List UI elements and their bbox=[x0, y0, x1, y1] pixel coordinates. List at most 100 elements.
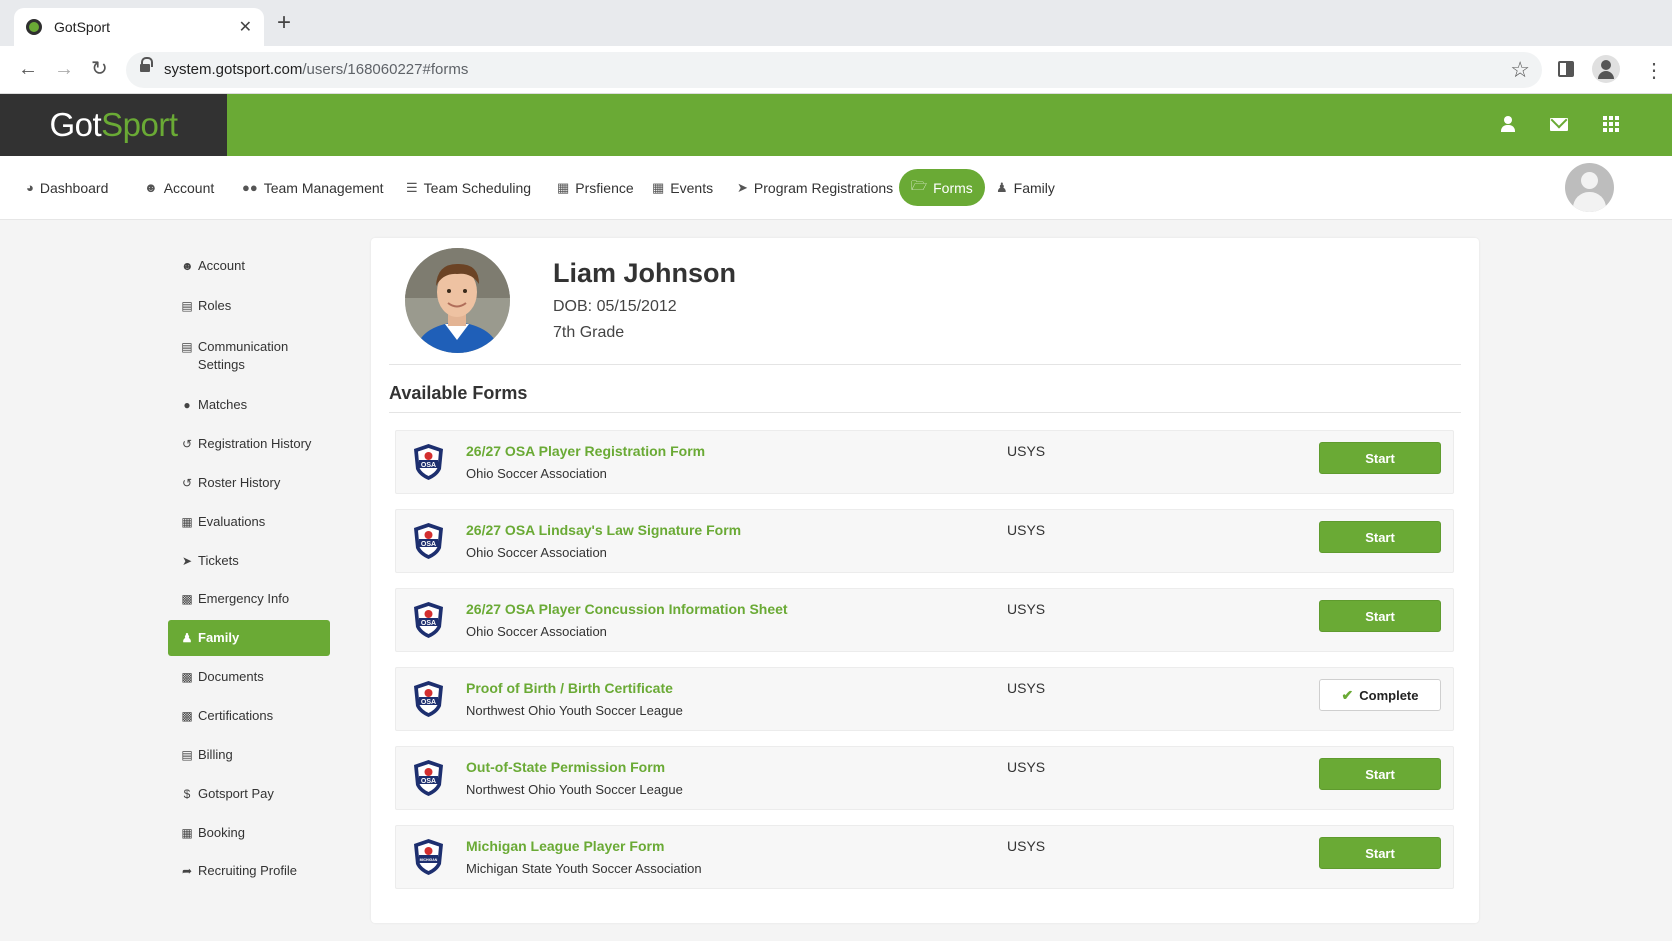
svg-text:OSA: OSA bbox=[421, 541, 436, 548]
ticket-icon: ➤ bbox=[181, 554, 193, 568]
nav-prsfience[interactable]: ▦ Prsfience bbox=[545, 169, 646, 206]
nav-events[interactable]: ▦ Events bbox=[640, 169, 725, 206]
back-arrow-icon[interactable]: ← bbox=[18, 58, 38, 80]
apps-grid-icon[interactable] bbox=[1603, 116, 1619, 132]
sidebar-item-evaluations[interactable]: ▦ Evaluations bbox=[168, 513, 330, 531]
form-type: USYS bbox=[1007, 759, 1046, 775]
lock-icon bbox=[140, 57, 153, 74]
team-icon: ● bbox=[183, 398, 191, 412]
close-tab-icon[interactable]: ✕ bbox=[239, 17, 252, 37]
sidebar-item-recruiting-profile[interactable]: ➦ Recruiting Profile bbox=[168, 862, 330, 880]
settings-icon: ▤ bbox=[181, 340, 193, 354]
share-icon: ➦ bbox=[181, 864, 193, 878]
start-button[interactable]: Start bbox=[1319, 600, 1441, 632]
gotsport-favicon-icon bbox=[26, 19, 42, 35]
sidebar-item-roles[interactable]: ▤ Roles bbox=[168, 297, 330, 315]
calendar-icon: ▦ bbox=[652, 179, 665, 195]
form-org: Northwest Ohio Youth Soccer League bbox=[466, 782, 683, 797]
history-icon: ↺ bbox=[181, 476, 193, 490]
complete-button[interactable]: ✔ Complete bbox=[1319, 679, 1441, 711]
svg-text:MICHIGAN: MICHIGAN bbox=[420, 858, 438, 862]
sidebar-item-communication-settings[interactable]: ▤ Communication Settings bbox=[168, 338, 330, 374]
osa-logo-icon: OSA bbox=[414, 760, 443, 796]
forward-arrow-icon[interactable]: → bbox=[54, 58, 74, 80]
form-row: OSA 26/27 OSA Lindsay's Law Signature Fo… bbox=[395, 509, 1454, 573]
side-panel-icon[interactable] bbox=[1558, 61, 1574, 77]
forms-card: Liam Johnson DOB: 05/15/2012 7th Grade A… bbox=[371, 238, 1479, 923]
nav-dashboard[interactable]: ◕ Dashboard bbox=[14, 169, 120, 206]
form-type: USYS bbox=[1007, 443, 1046, 459]
browser-toolbar: ← → ↻ system.gotsport.com/users/16806022… bbox=[0, 46, 1672, 94]
nav-forms[interactable]: 🗁 Forms bbox=[899, 169, 985, 206]
start-button[interactable]: Start bbox=[1319, 837, 1441, 869]
form-type: USYS bbox=[1007, 601, 1046, 617]
sidebar-item-emergency-info[interactable]: ▩ Emergency Info bbox=[168, 590, 330, 608]
dollar-icon: $ bbox=[183, 787, 191, 801]
form-type: USYS bbox=[1007, 522, 1046, 538]
sidebar-item-account[interactable]: ☻ Account bbox=[168, 257, 330, 275]
user-avatar[interactable] bbox=[1565, 163, 1614, 212]
nav-team-scheduling[interactable]: ☰ Team Scheduling bbox=[394, 169, 543, 206]
sidebar-item-certifications[interactable]: ▩ Certifications bbox=[168, 707, 330, 725]
calendar-icon: ▦ bbox=[557, 179, 570, 195]
sidebar-item-tickets[interactable]: ➤ Tickets bbox=[168, 552, 330, 570]
checkmark-icon: ✔ bbox=[1341, 686, 1354, 703]
svg-text:OSA: OSA bbox=[421, 462, 436, 469]
form-title-link[interactable]: 26/27 OSA Player Concussion Information … bbox=[466, 601, 788, 617]
profile-photo bbox=[405, 248, 510, 353]
address-bar[interactable]: system.gotsport.com/users/168060227#form… bbox=[126, 52, 1542, 88]
user-icon[interactable] bbox=[1501, 116, 1515, 132]
gotsport-logo[interactable]: GotSport bbox=[0, 94, 227, 156]
sidebar-item-billing[interactable]: ▤ Billing bbox=[168, 746, 330, 764]
browser-profile-icon[interactable] bbox=[1592, 55, 1620, 83]
sidebar-item-gotsport-pay[interactable]: $ Gotsport Pay bbox=[168, 785, 330, 803]
more-menu-icon[interactable]: ⋮ bbox=[1644, 58, 1664, 83]
nav-program-registrations[interactable]: ➤ Program Registrations bbox=[725, 169, 905, 206]
account-icon: ☻ bbox=[181, 259, 194, 273]
osa-logo-icon: OSA bbox=[414, 523, 443, 559]
form-title-link[interactable]: 26/27 OSA Player Registration Form bbox=[466, 443, 705, 459]
calendar-icon: ▦ bbox=[181, 515, 193, 529]
start-button[interactable]: Start bbox=[1319, 442, 1441, 474]
mail-icon[interactable] bbox=[1550, 118, 1568, 131]
profile-dob: DOB: 05/15/2012 bbox=[553, 298, 677, 315]
table-icon: ▤ bbox=[181, 299, 193, 313]
svg-text:OSA: OSA bbox=[421, 778, 436, 785]
dashboard-icon: ◕ bbox=[26, 180, 34, 195]
sidebar-item-family[interactable]: ♟ Family bbox=[168, 620, 330, 656]
url-text[interactable]: system.gotsport.com/users/168060227#form… bbox=[164, 61, 468, 78]
sidebar-item-roster-history[interactable]: ↺ Roster History bbox=[168, 474, 330, 492]
history-icon: ↺ bbox=[181, 437, 193, 451]
sidebar-item-documents[interactable]: ▩ Documents bbox=[168, 668, 330, 686]
browser-tab[interactable]: GotSport ✕ bbox=[14, 8, 264, 46]
form-title-link[interactable]: Proof of Birth / Birth Certificate bbox=[466, 680, 673, 696]
form-title-link[interactable]: Out-of-State Permission Form bbox=[466, 759, 665, 775]
start-button[interactable]: Start bbox=[1319, 758, 1441, 790]
app-header: GotSport bbox=[0, 94, 1672, 156]
start-button[interactable]: Start bbox=[1319, 521, 1441, 553]
nav-account[interactable]: ☻ Account bbox=[132, 169, 226, 206]
sidebar-item-booking[interactable]: ▦ Booking bbox=[168, 824, 330, 842]
new-tab-icon[interactable]: + bbox=[277, 11, 291, 35]
sidebar-item-matches[interactable]: ● Matches bbox=[168, 396, 330, 414]
rocket-icon: ➤ bbox=[737, 179, 748, 195]
form-org: Ohio Soccer Association bbox=[466, 466, 607, 481]
nav-family[interactable]: ♟ Family bbox=[984, 169, 1067, 206]
osa-logo-icon: OSA bbox=[414, 444, 443, 480]
building-icon: ▦ bbox=[181, 826, 193, 840]
form-org: Michigan State Youth Soccer Association bbox=[466, 861, 702, 876]
bookmark-star-icon[interactable]: ☆ bbox=[1510, 57, 1530, 83]
main-nav: ◕ Dashboard ☻ Account ●● Team Management ☰ T… bbox=[0, 156, 1672, 220]
form-title-link[interactable]: Michigan League Player Form bbox=[466, 838, 664, 854]
nav-team-management[interactable]: ●● Team Management bbox=[230, 169, 396, 206]
team-icon: ●● bbox=[242, 180, 258, 195]
folder-icon: 🗁 bbox=[911, 177, 928, 193]
sidebar-item-registration-history[interactable]: ↺ Registration History bbox=[168, 435, 330, 453]
osa-logo-icon: OSA bbox=[414, 681, 443, 717]
michigan-logo-icon: MICHIGAN bbox=[414, 839, 443, 875]
family-icon: ♟ bbox=[181, 631, 193, 645]
reload-icon[interactable]: ↻ bbox=[91, 58, 108, 80]
form-title-link[interactable]: 26/27 OSA Lindsay's Law Signature Form bbox=[466, 522, 741, 538]
divider bbox=[389, 412, 1461, 413]
family-icon: ♟ bbox=[996, 179, 1008, 195]
